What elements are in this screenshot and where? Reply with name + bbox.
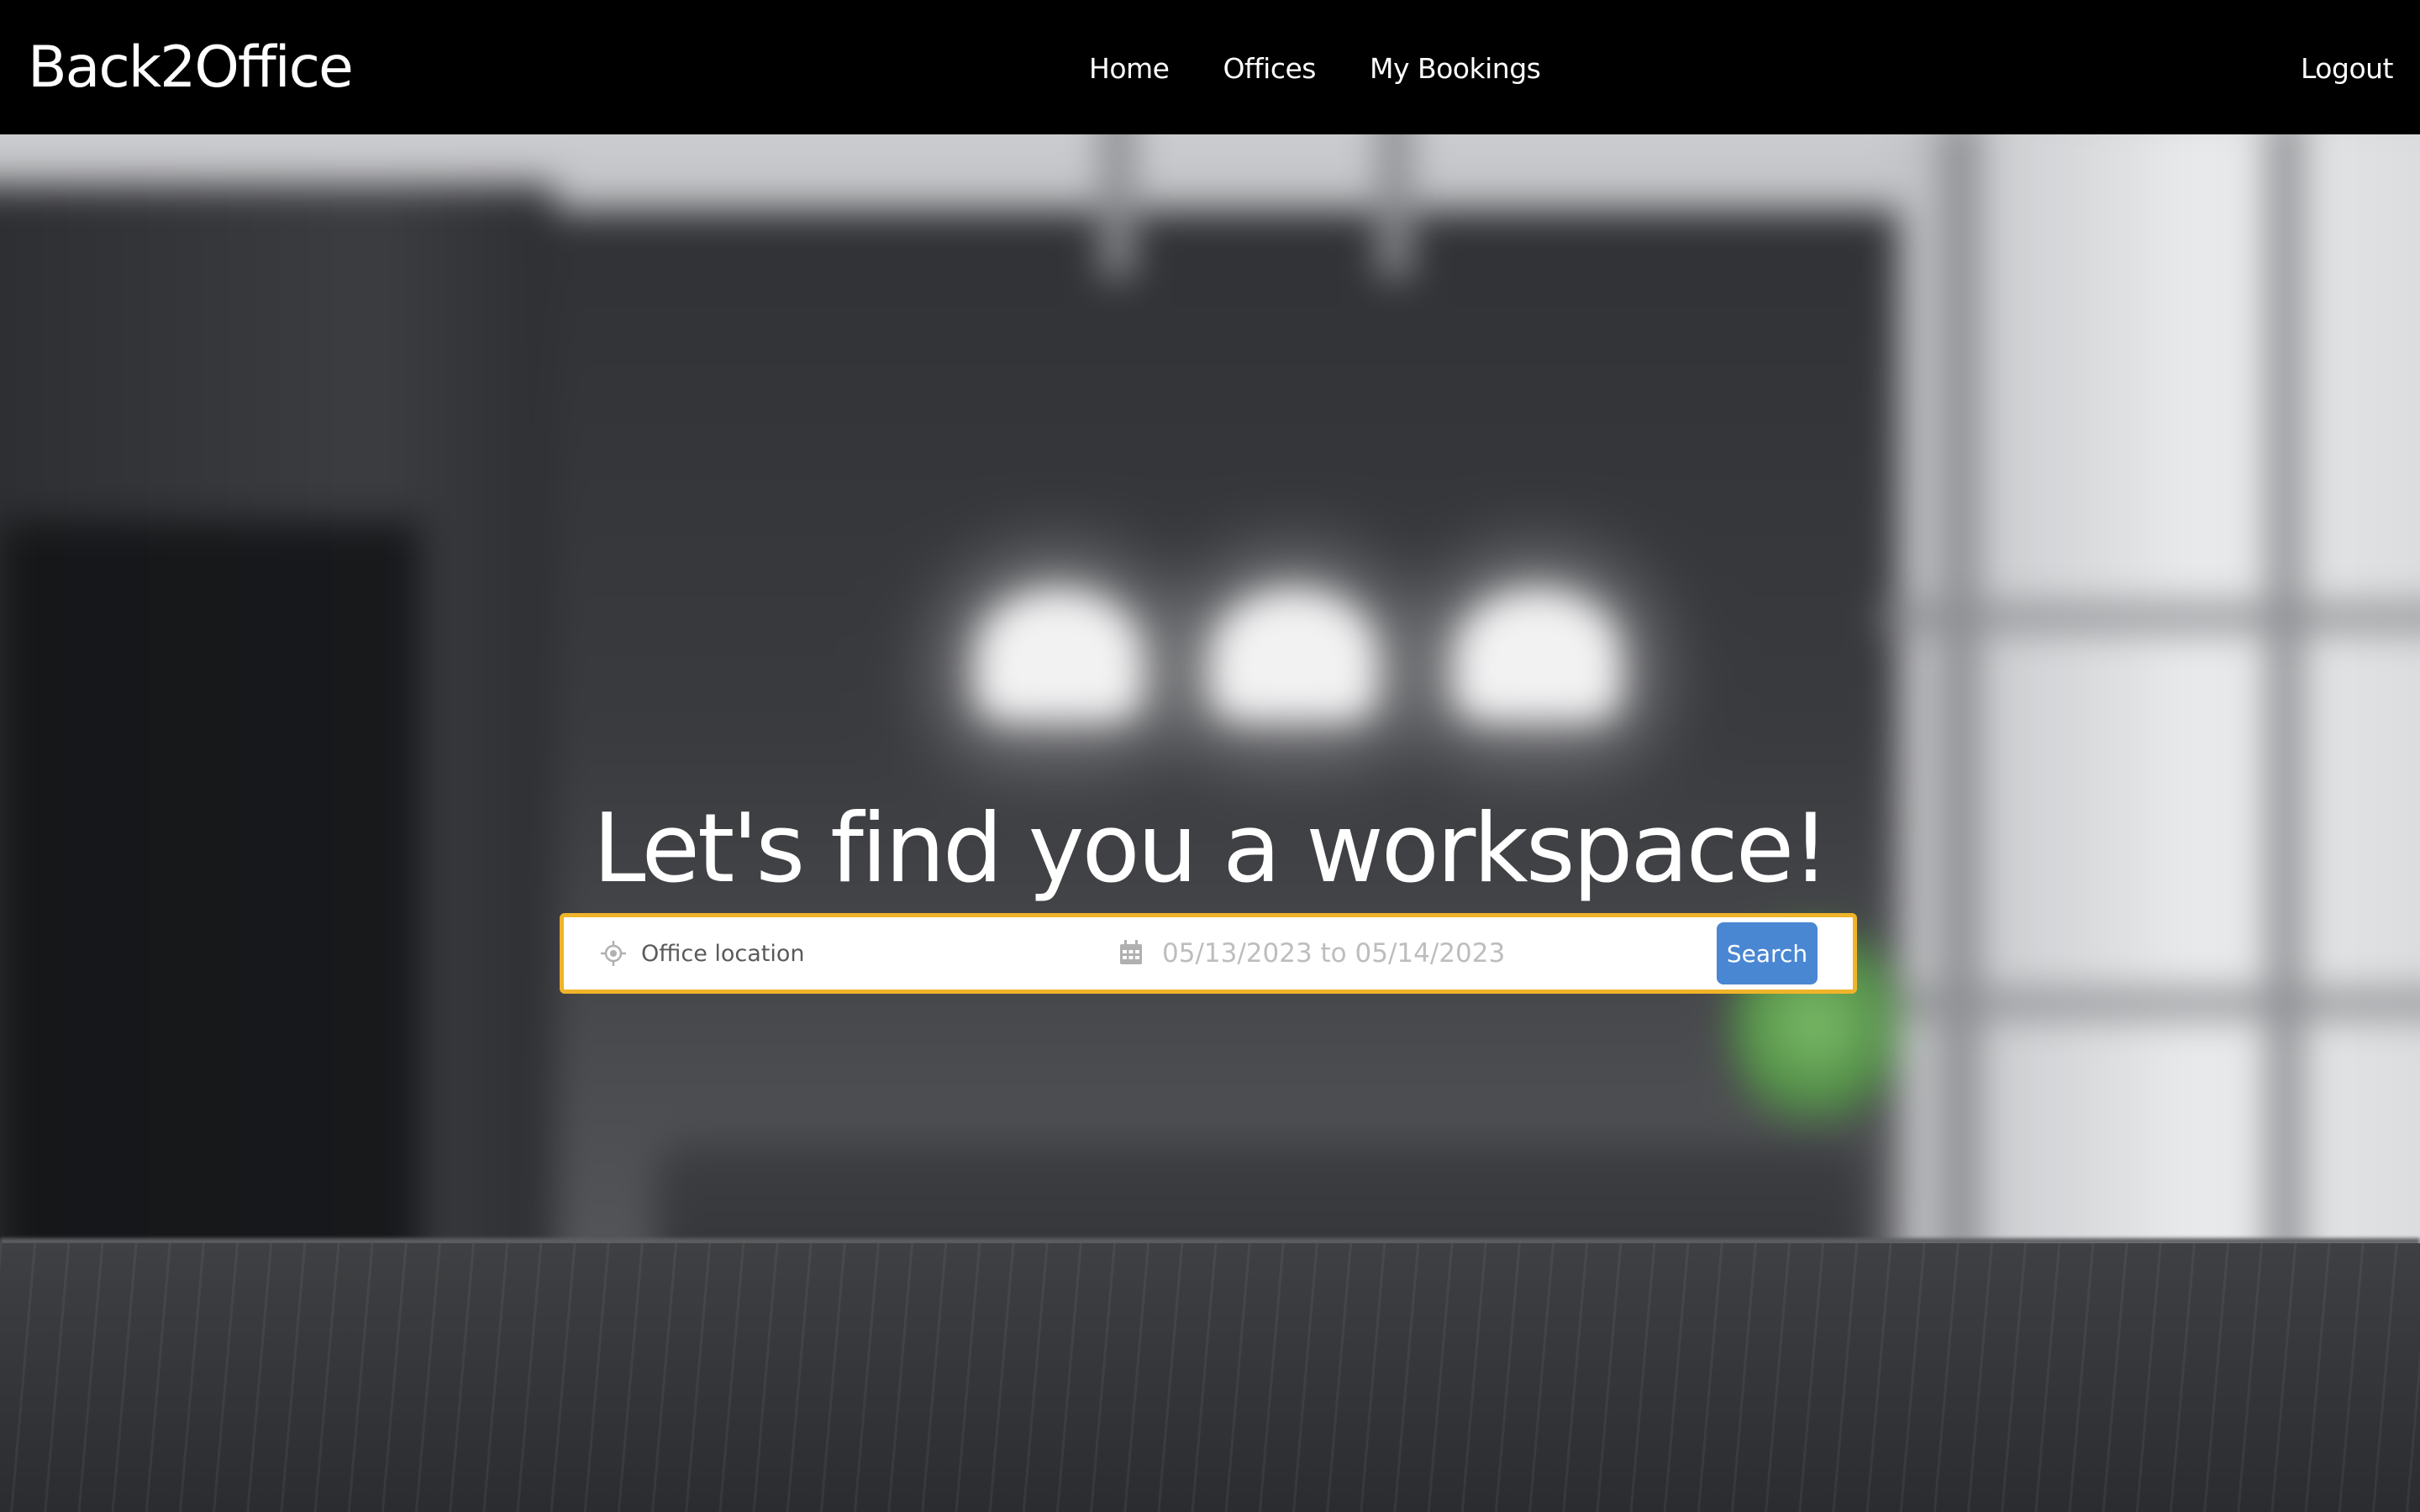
crosshair-icon	[601, 941, 626, 966]
logout-link[interactable]: Logout	[2301, 47, 2394, 91]
nav-link-my-bookings[interactable]: My Bookings	[1370, 47, 1541, 91]
search-button[interactable]: Search	[1717, 922, 1818, 984]
navbar: Back2Office Home Offices My Bookings Log…	[0, 0, 2420, 134]
wooden-tabletop	[0, 1243, 2420, 1512]
search-bar: Search	[560, 913, 1857, 994]
office-location-input[interactable]	[641, 932, 1078, 974]
brand-logo[interactable]: Back2Office	[28, 30, 354, 106]
calendar-icon	[1118, 939, 1144, 966]
nav-link-offices[interactable]: Offices	[1223, 47, 1316, 91]
nav-links: Home Offices My Bookings	[1089, 47, 1541, 91]
date-range-input[interactable]	[1162, 931, 1666, 976]
nav-link-home[interactable]: Home	[1089, 47, 1170, 91]
hero-headline: Let's find you a workspace!	[592, 793, 1829, 904]
